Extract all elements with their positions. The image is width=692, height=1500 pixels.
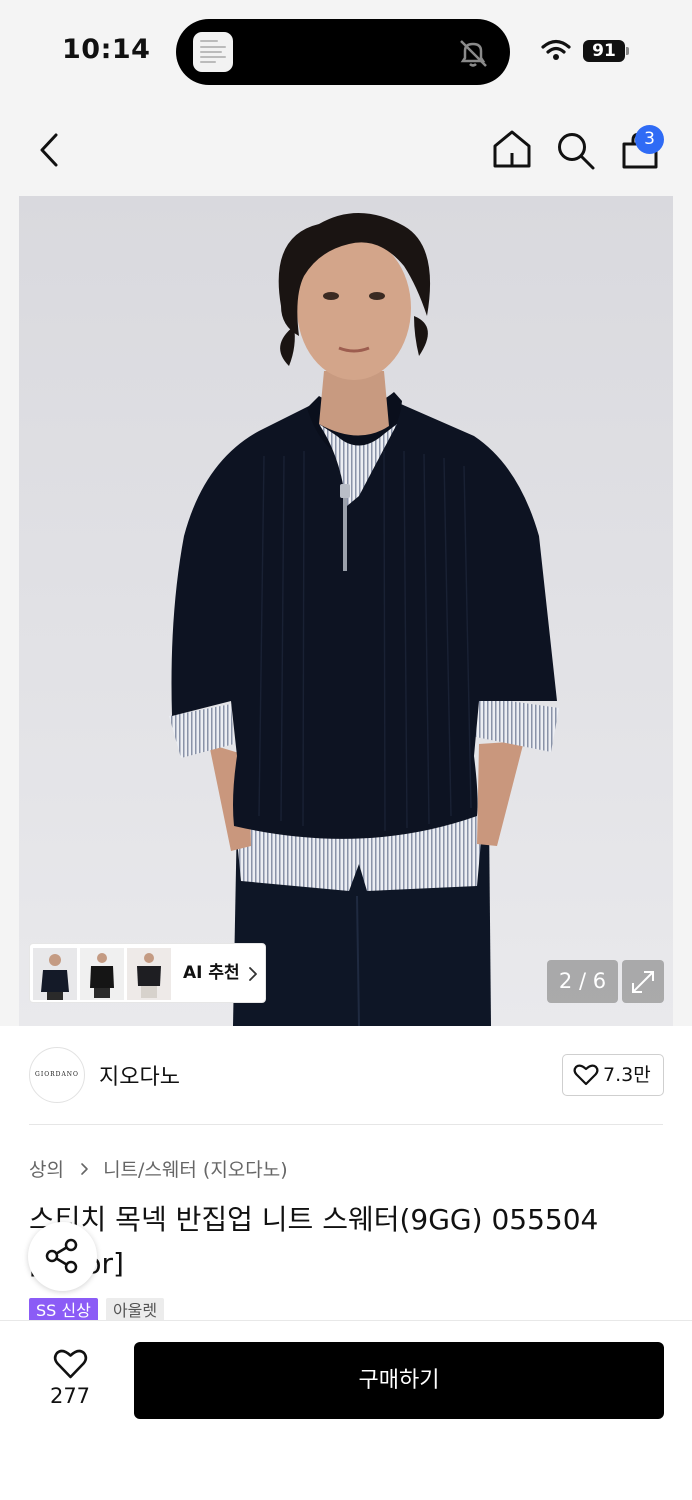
ai-recommend-label: AI 추천 (183, 963, 240, 983)
wifi-icon (541, 39, 571, 60)
bell-slash-icon (460, 40, 487, 67)
battery-tip (626, 47, 629, 55)
buy-button[interactable]: 구매하기 (134, 1342, 664, 1419)
brand-like-count: 7.3만 (603, 1064, 651, 1086)
ai-thumbnail-2[interactable] (80, 948, 124, 1000)
status-bar: 10:14 91 (0, 0, 692, 100)
breadcrumb-category[interactable]: 상의 (29, 1159, 64, 1181)
divider (29, 1124, 663, 1125)
chevron-right-icon (81, 1162, 88, 1175)
product-detail-page: 10:14 91 3 AI 추천 2 / 6 GIORDANO 지오다노 7.3… (0, 0, 692, 1500)
brand-logo[interactable]: GIORDANO (29, 1047, 85, 1103)
status-time: 10:14 (62, 34, 151, 65)
back-icon[interactable] (36, 131, 64, 169)
wishlist-count: 277 (49, 1384, 91, 1408)
heart-icon (573, 1064, 599, 1086)
share-button[interactable] (28, 1222, 97, 1291)
search-icon[interactable] (556, 131, 596, 171)
product-image-gallery[interactable] (0, 196, 692, 1026)
product-title: 스티치 목넥 반집업 니트 스웨터(9GG) 055504 [Color] (29, 1203, 599, 1280)
breadcrumb: 상의 니트/스웨터 (지오다노) (29, 1155, 288, 1182)
image-counter: 2 / 6 (547, 960, 618, 1003)
product-photo (19, 196, 673, 1026)
home-icon[interactable] (492, 129, 532, 169)
expand-icon (632, 971, 654, 993)
battery-icon: 91 (583, 40, 625, 62)
share-icon (45, 1238, 78, 1274)
ai-thumbnail-1[interactable] (33, 948, 77, 1000)
expand-image-button[interactable] (622, 960, 664, 1003)
ai-thumbnail-3[interactable] (127, 948, 171, 1000)
brand-like-button[interactable]: 7.3만 (562, 1054, 664, 1096)
heart-icon (53, 1349, 88, 1379)
app-preview-icon (193, 32, 233, 72)
cart-count-badge: 3 (635, 125, 664, 154)
brand-name[interactable]: 지오다노 (99, 1059, 180, 1091)
chevron-right-icon (249, 967, 257, 981)
dynamic-island (176, 19, 510, 85)
ai-recommend-button[interactable]: AI 추천 (29, 943, 266, 1003)
breadcrumb-subcategory[interactable]: 니트/스웨터 (지오다노) (103, 1159, 288, 1181)
